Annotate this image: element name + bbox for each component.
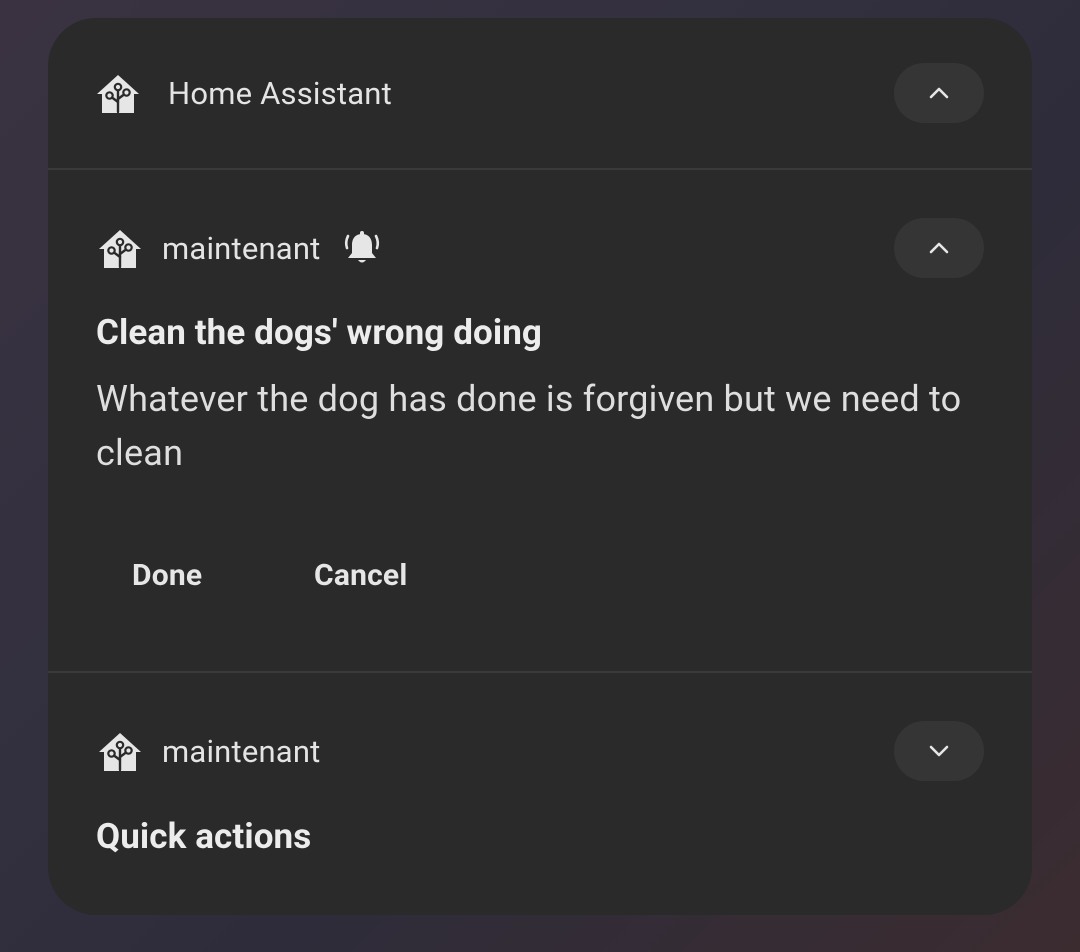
home-assistant-icon [99, 230, 141, 269]
chevron-down-icon [929, 745, 949, 757]
notification-card: Home Assistant maintenant Clean the dogs… [48, 18, 1032, 915]
collapse-notification-button[interactable] [894, 218, 984, 278]
group-app-name: Home Assistant [168, 75, 392, 112]
group-header[interactable]: Home Assistant [48, 18, 1032, 169]
bell-ringing-icon [344, 231, 380, 263]
chevron-up-icon [929, 242, 949, 254]
notification-title: Quick actions [96, 816, 312, 857]
notification-channel: maintenant [162, 230, 321, 267]
expand-notification-button[interactable] [894, 721, 984, 781]
notification-body: Whatever the dog has done is forgiven bu… [96, 378, 962, 474]
done-button[interactable]: Done [132, 558, 202, 593]
notification-title: Clean the dogs' wrong doing [96, 312, 543, 353]
notification-channel: maintenant [162, 733, 321, 770]
home-assistant-icon [99, 733, 141, 772]
chevron-up-icon [929, 87, 949, 99]
notification-item[interactable]: maintenant Clean the dogs' wrong doing W… [48, 170, 1032, 670]
notification-item[interactable]: maintenant Quick actions [48, 673, 1032, 915]
home-assistant-icon [97, 75, 139, 114]
collapse-group-button[interactable] [894, 63, 984, 123]
cancel-button[interactable]: Cancel [314, 558, 407, 593]
